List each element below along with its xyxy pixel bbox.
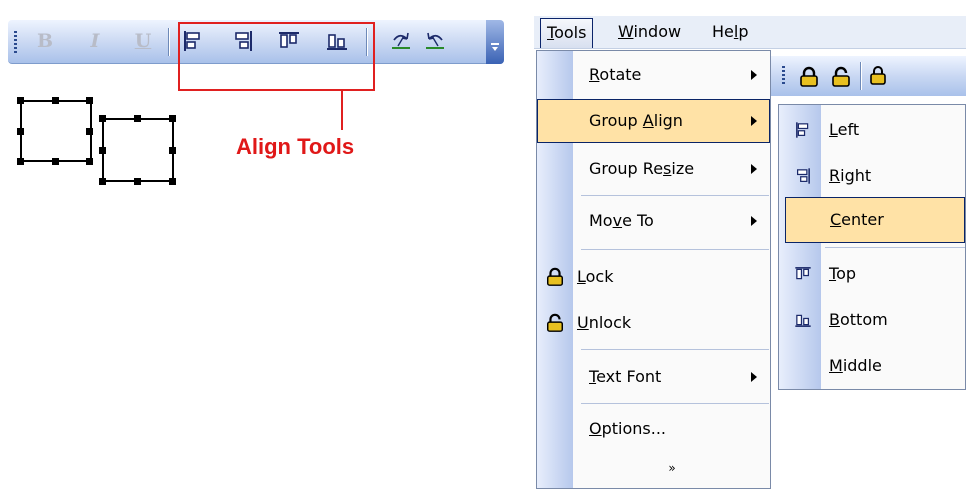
menu-window[interactable]: Window	[612, 18, 687, 48]
submenu-item-left[interactable]: Left	[779, 107, 965, 153]
italic-button[interactable]: I	[82, 28, 108, 54]
menu-item-group-align[interactable]: Group Align	[537, 99, 770, 143]
menu-item-group-resize[interactable]: Group Resize	[537, 147, 770, 191]
menu-item-rotate[interactable]: Rotate	[537, 53, 770, 97]
unlock-icon[interactable]	[830, 66, 852, 88]
align-tools-callout: Align Tools	[236, 134, 355, 159]
toolbar-grip[interactable]	[14, 31, 17, 53]
tools-menu: Rotate Group Align Group Resize Move To …	[536, 50, 771, 489]
align-top-icon	[795, 267, 811, 280]
group-align-submenu: Left Right Center Top Bottom Middle	[778, 104, 966, 390]
submenu-arrow-icon	[751, 70, 757, 80]
align-bottom-icon	[795, 314, 811, 327]
expand-menu-chevron-icon[interactable]: »	[665, 461, 679, 475]
menu-item-unlock[interactable]: Unlock	[537, 301, 770, 345]
menu-item-move-to[interactable]: Move To	[537, 199, 770, 243]
bold-button[interactable]: B	[32, 28, 58, 54]
submenu-item-top[interactable]: Top	[779, 251, 965, 297]
lock-icon	[547, 267, 563, 286]
align-left-icon	[796, 122, 809, 138]
submenu-item-bottom[interactable]: Bottom	[779, 297, 965, 343]
menu-item-text-font[interactable]: Text Font	[537, 355, 770, 399]
rotate-right-icon[interactable]	[388, 28, 414, 54]
menu-item-options[interactable]: Options...	[537, 407, 770, 451]
lock-icon[interactable]	[798, 66, 820, 88]
rotate-left-icon[interactable]	[422, 28, 448, 54]
submenu-item-center[interactable]: Center	[785, 197, 965, 243]
submenu-arrow-icon	[751, 372, 757, 382]
menu-bar: Tools Window Help	[534, 16, 966, 49]
toolbar-separator	[168, 28, 169, 56]
lock-group-icon[interactable]	[868, 66, 890, 88]
align-right-icon	[797, 168, 810, 184]
submenu-arrow-icon	[751, 216, 757, 226]
align-tools-highlight	[178, 22, 375, 91]
menu-tools[interactable]: Tools	[540, 18, 594, 48]
callout-line	[341, 90, 343, 130]
background-toolbar	[760, 56, 966, 96]
menu-help[interactable]: Help	[706, 18, 754, 48]
submenu-item-middle[interactable]: Middle	[779, 343, 965, 389]
submenu-arrow-icon	[751, 164, 757, 174]
menu-item-lock[interactable]: Lock	[537, 255, 770, 299]
underline-button[interactable]: U	[130, 28, 156, 54]
submenu-arrow-icon	[751, 116, 757, 126]
submenu-item-right[interactable]: Right	[779, 153, 965, 199]
toolbar-options-chevron-icon[interactable]	[486, 20, 504, 64]
unlock-icon	[547, 313, 563, 332]
